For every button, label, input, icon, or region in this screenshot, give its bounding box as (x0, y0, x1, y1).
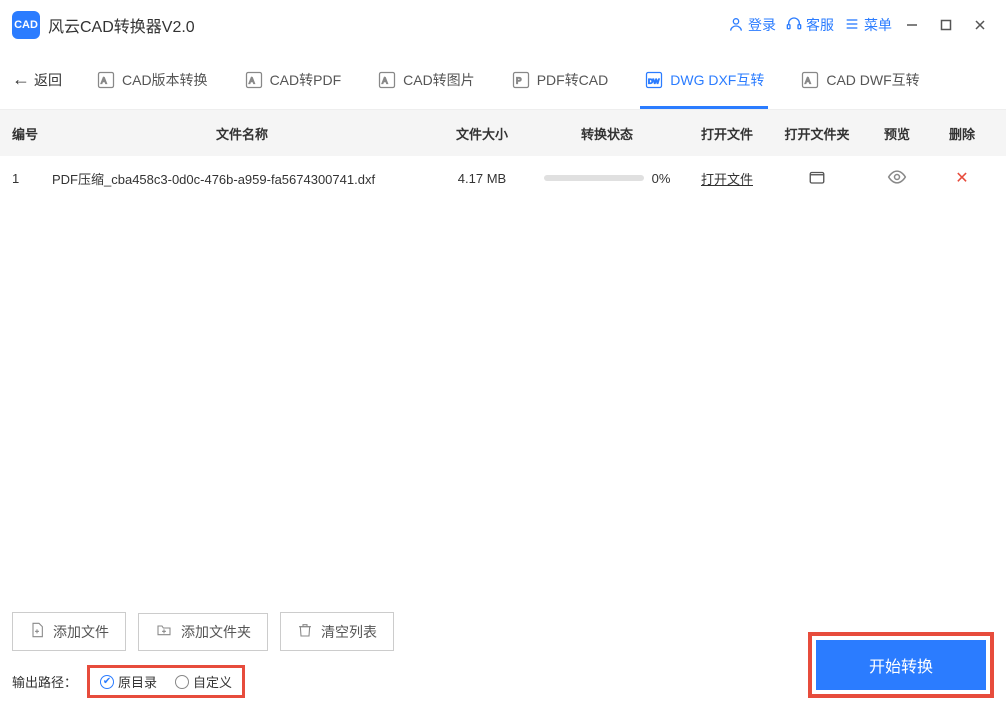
radio-original-label: 原目录 (118, 672, 157, 691)
progress-bar (544, 175, 644, 181)
delete-icon[interactable]: ✕ (955, 170, 968, 187)
bottom-area: 添加文件 添加文件夹 清空列表 输出路径： 原目录 自定义 (0, 602, 1006, 710)
radio-original-dir[interactable]: 原目录 (100, 672, 157, 691)
app-logo-icon: CAD (12, 11, 40, 39)
folder-icon[interactable] (808, 174, 826, 189)
headset-icon (786, 16, 802, 35)
add-folder-label: 添加文件夹 (181, 622, 251, 642)
open-file-link[interactable]: 打开文件 (701, 172, 753, 187)
tab-label: CAD版本转换 (122, 70, 208, 90)
svg-text:P: P (516, 75, 522, 85)
app-title: 风云CAD转换器V2.0 (48, 13, 195, 37)
tabbar: ← 返回 A CAD版本转换 A CAD转PDF A CAD转图片 P PDF转… (0, 50, 1006, 110)
eye-icon[interactable] (887, 175, 907, 190)
delete-cell: ✕ (932, 168, 992, 188)
svg-text:A: A (382, 75, 388, 85)
row-num: 1 (12, 171, 52, 186)
back-label: 返回 (34, 70, 62, 90)
table-header: 编号 文件名称 文件大小 转换状态 打开文件 打开文件夹 预览 删除 (0, 110, 1006, 156)
svg-text:DW: DW (648, 78, 660, 85)
minimize-button[interactable] (898, 11, 926, 39)
trash-icon (297, 621, 313, 642)
support-label: 客服 (806, 15, 834, 35)
svg-text:A: A (249, 75, 255, 85)
col-preview: 预览 (862, 124, 932, 143)
row-status: 0% (532, 171, 682, 186)
maximize-button[interactable] (932, 11, 960, 39)
radio-checked-icon (100, 675, 114, 689)
doc-a-icon: A (377, 70, 397, 90)
output-label: 输出路径： (12, 672, 77, 691)
tab-label: CAD转图片 (403, 70, 475, 90)
doc-p-icon: P (511, 70, 531, 90)
tab-cad-to-image[interactable]: A CAD转图片 (373, 52, 479, 108)
progress-pct: 0% (652, 171, 671, 186)
arrow-left-icon: ← (12, 69, 30, 90)
login-label: 登录 (748, 15, 776, 35)
col-delete: 删除 (932, 124, 992, 143)
svg-text:A: A (805, 75, 811, 85)
tab-cad-dwf[interactable]: A CAD DWF互转 (796, 52, 923, 108)
add-folder-button[interactable]: 添加文件夹 (138, 613, 268, 651)
menu-button[interactable]: 菜单 (844, 15, 892, 35)
folder-add-icon (155, 622, 173, 641)
file-add-icon (29, 621, 45, 642)
row-filename: PDF压缩_cba458c3-0d0c-476b-a959-fa56743007… (52, 169, 432, 188)
table-row: 1 PDF压缩_cba458c3-0d0c-476b-a959-fa567430… (0, 156, 1006, 200)
preview-cell (862, 167, 932, 190)
radio-custom-label: 自定义 (193, 672, 232, 691)
menu-label: 菜单 (864, 15, 892, 35)
doc-a-icon: A (800, 70, 820, 90)
radio-unchecked-icon (175, 675, 189, 689)
menu-icon (844, 16, 860, 35)
back-button[interactable]: ← 返回 (12, 69, 62, 90)
doc-a-icon: A (96, 70, 116, 90)
output-radio-group: 原目录 自定义 (87, 665, 245, 698)
tab-label: DWG DXF互转 (670, 70, 764, 90)
tab-label: PDF转CAD (537, 70, 609, 90)
col-size: 文件大小 (432, 124, 532, 143)
titlebar: CAD 风云CAD转换器V2.0 登录 客服 菜单 (0, 0, 1006, 50)
doc-dwg-icon: DW (644, 70, 664, 90)
col-open: 打开文件 (682, 124, 772, 143)
start-label: 开始转换 (869, 653, 933, 677)
col-status: 转换状态 (532, 124, 682, 143)
user-icon (728, 16, 744, 35)
login-button[interactable]: 登录 (728, 15, 776, 35)
add-file-button[interactable]: 添加文件 (12, 612, 126, 651)
support-button[interactable]: 客服 (786, 15, 834, 35)
tab-dwg-dxf[interactable]: DW DWG DXF互转 (640, 52, 768, 108)
open-folder-cell (772, 168, 862, 189)
start-convert-button[interactable]: 开始转换 (816, 640, 986, 690)
tab-cad-version[interactable]: A CAD版本转换 (92, 52, 212, 108)
svg-text:A: A (101, 75, 107, 85)
col-name: 文件名称 (52, 124, 432, 143)
open-file-cell: 打开文件 (682, 169, 772, 188)
tab-label: CAD转PDF (270, 70, 342, 90)
clear-list-label: 清空列表 (321, 622, 377, 642)
close-button[interactable] (966, 11, 994, 39)
doc-a-icon: A (244, 70, 264, 90)
add-file-label: 添加文件 (53, 622, 109, 642)
clear-list-button[interactable]: 清空列表 (280, 612, 394, 651)
radio-custom-dir[interactable]: 自定义 (175, 672, 232, 691)
tab-pdf-to-cad[interactable]: P PDF转CAD (507, 52, 613, 108)
tab-cad-to-pdf[interactable]: A CAD转PDF (240, 52, 346, 108)
col-num: 编号 (12, 124, 52, 143)
tab-label: CAD DWF互转 (826, 70, 919, 90)
row-size: 4.17 MB (432, 171, 532, 186)
col-folder: 打开文件夹 (772, 124, 862, 143)
